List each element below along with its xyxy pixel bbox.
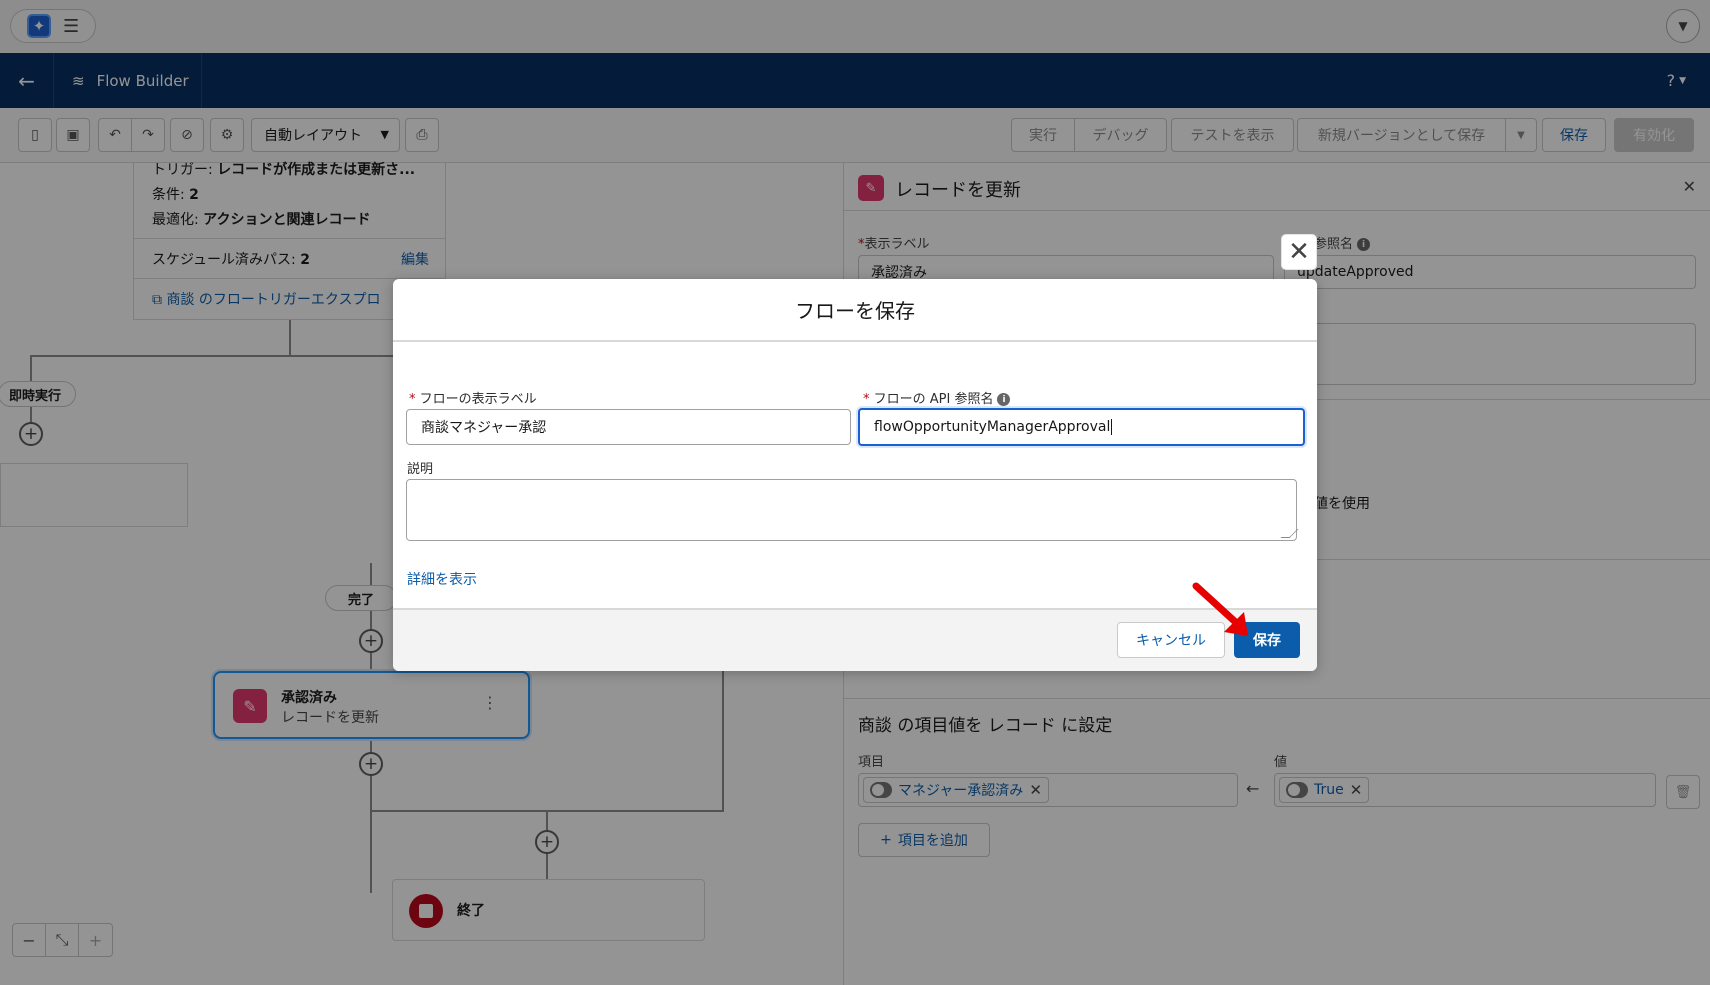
annotation-arrow-icon [1192,582,1248,636]
flow-api-name-input[interactable]: flowOpportunityManagerApproval [858,408,1305,446]
modal-footer: キャンセル 保存 [393,608,1317,671]
close-icon[interactable]: ✕ [1281,234,1317,270]
save-flow-modal: フローを保存 * フローの表示ラベル 商談マネジャー承認 * フローの API … [393,279,1317,671]
flow-label-label: * フローの表示ラベル [409,392,537,407]
modal-header: フローを保存 [393,279,1317,342]
modal-title: フローを保存 [795,299,915,323]
flow-label-input[interactable]: 商談マネジャー承認 [406,409,851,445]
info-icon: i [997,393,1011,406]
flow-api-name-value: flowOpportunityManagerApproval [874,419,1111,435]
flow-label-value: 商談マネジャー承認 [421,420,547,436]
description-textarea[interactable] [406,479,1297,541]
flow-api-name-label: * フローの API 参照名 i [863,388,1011,407]
show-details-link[interactable]: 詳細を表示 [407,569,477,589]
description-label: 説明 [407,462,434,477]
text-cursor [1111,419,1113,435]
